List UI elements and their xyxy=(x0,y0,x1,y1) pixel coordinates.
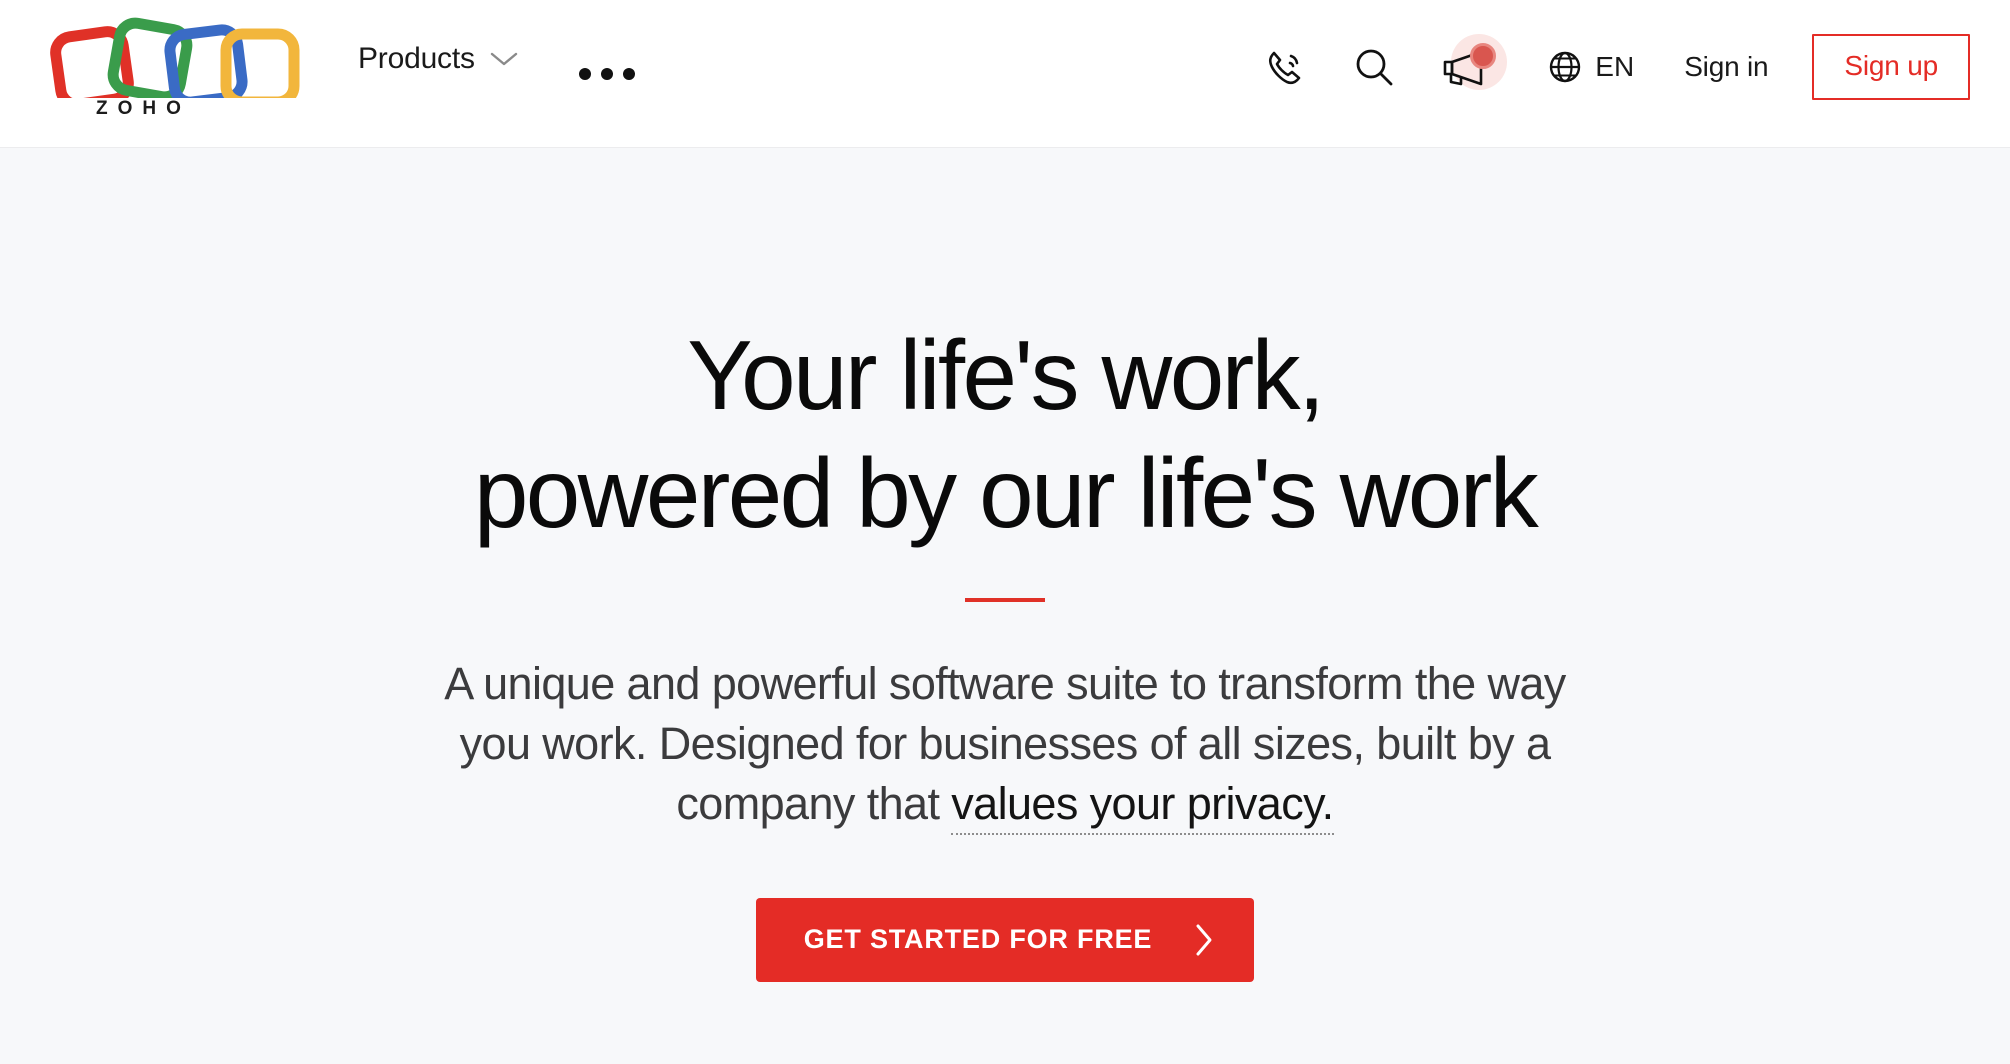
sign-in-link[interactable]: Sign in xyxy=(1684,51,1768,83)
headline-line-2: powered by our life's work xyxy=(473,437,1539,548)
nav-products-label: Products xyxy=(358,42,475,75)
hero-section: Your life's work, powered by our life's … xyxy=(0,149,2010,1064)
zoho-homepage: ZOHO Products EN Sign in Sign up Your li… xyxy=(0,0,2010,1064)
more-dot xyxy=(579,68,591,80)
hero-subtitle: A unique and powerful software suite to … xyxy=(415,654,1595,835)
privacy-link[interactable]: values your privacy. xyxy=(951,777,1334,835)
nav-item-products[interactable]: Products xyxy=(358,42,519,76)
header-actions: EN Sign in Sign up xyxy=(1261,28,1970,106)
language-label: EN xyxy=(1595,51,1635,82)
zoho-logo-icon xyxy=(44,14,312,98)
accent-divider xyxy=(965,598,1045,603)
more-dot xyxy=(623,68,635,80)
sign-up-button[interactable]: Sign up xyxy=(1812,34,1970,100)
zoho-wordmark: ZOHO xyxy=(96,98,191,119)
chevron-right-icon xyxy=(1194,923,1214,957)
get-started-button[interactable]: GET STARTED FOR FREE xyxy=(755,897,1255,982)
chevron-down-icon xyxy=(489,50,519,68)
language-selector[interactable]: EN xyxy=(1547,49,1634,85)
cta-label: GET STARTED FOR FREE xyxy=(803,924,1153,955)
search-icon[interactable] xyxy=(1351,44,1397,90)
more-horizontal-icon[interactable] xyxy=(575,62,639,86)
hero-cta-wrapper: GET STARTED FOR FREE xyxy=(0,897,2010,982)
page-title: Your life's work, powered by our life's … xyxy=(0,149,2010,552)
announcements-button[interactable] xyxy=(1439,32,1509,102)
globe-icon xyxy=(1547,49,1583,85)
site-header: ZOHO Products EN Sign in Sign up xyxy=(0,0,2010,148)
more-dot xyxy=(601,68,613,80)
phone-icon[interactable] xyxy=(1261,44,1307,90)
zoho-logo[interactable]: ZOHO xyxy=(44,14,314,124)
headline-line-1: Your life's work, xyxy=(687,320,1325,430)
